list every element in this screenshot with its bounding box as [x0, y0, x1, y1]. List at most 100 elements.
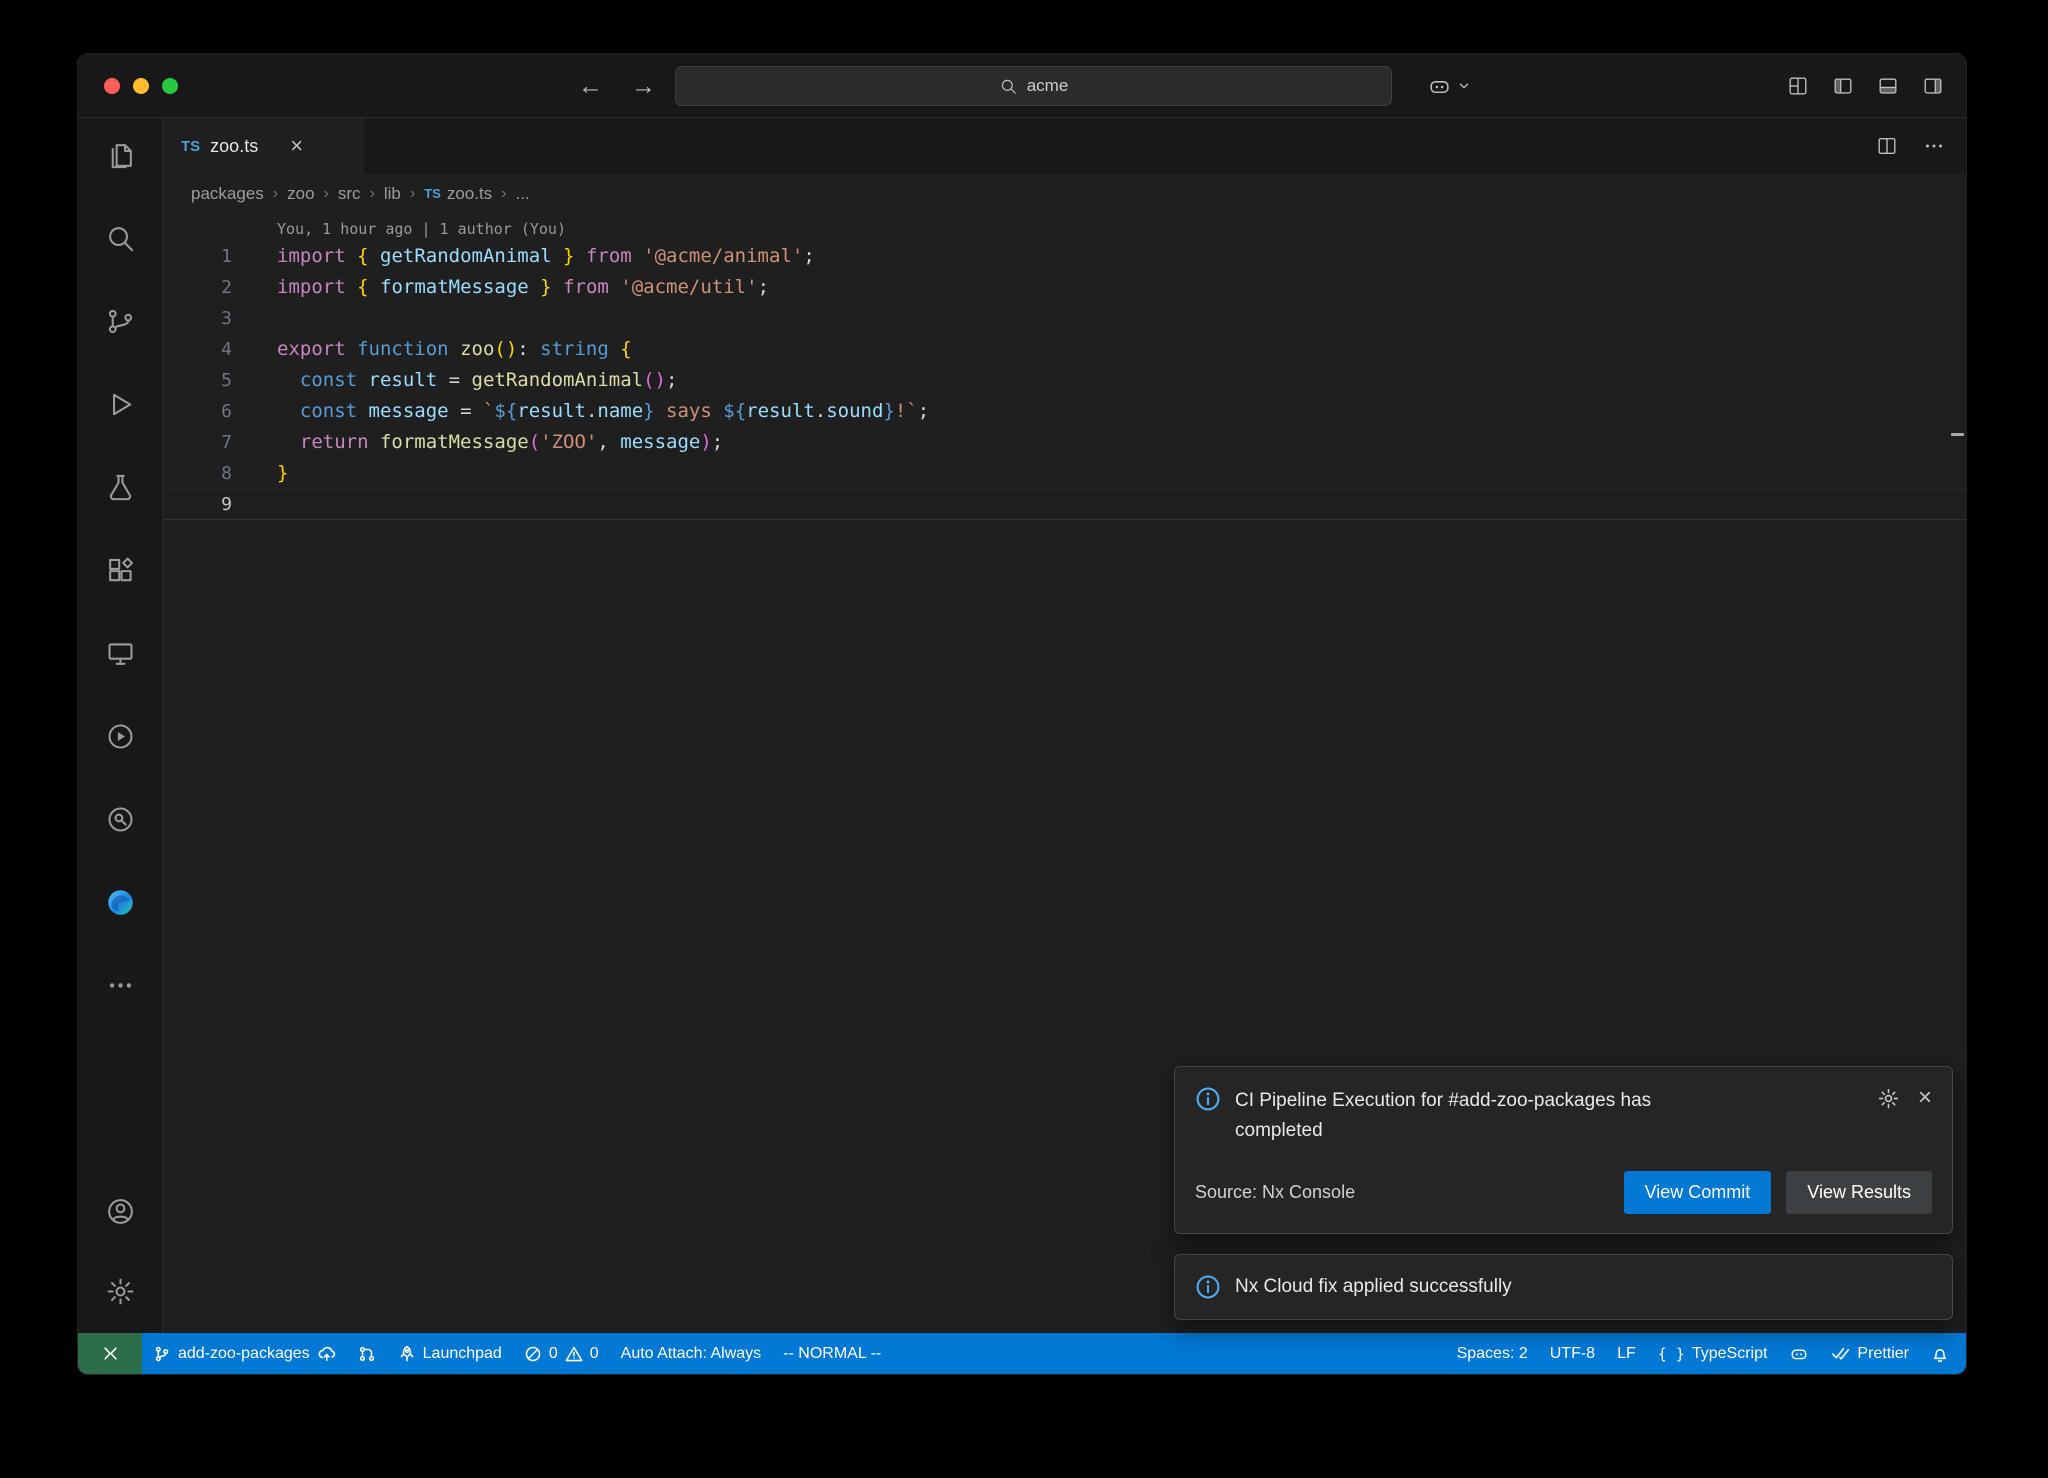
back-button[interactable]: ←	[578, 72, 603, 101]
tab-label: zoo.ts	[210, 136, 258, 157]
split-editor-icon[interactable]	[1876, 135, 1898, 157]
activity-bar	[78, 118, 163, 1333]
launchpad-status[interactable]: Launchpad	[387, 1333, 513, 1374]
extensions-icon[interactable]	[92, 542, 148, 598]
auto-attach-status[interactable]: Auto Attach: Always	[610, 1333, 773, 1374]
panel-bottom-icon[interactable]	[1877, 75, 1899, 97]
line-number: 3	[163, 303, 232, 334]
play-circle-icon[interactable]	[92, 708, 148, 764]
breadcrumb-file-label: zoo.ts	[447, 184, 492, 204]
copilot-status[interactable]	[1778, 1333, 1820, 1374]
notification-text: Nx Cloud fix applied successfully	[1235, 1276, 1512, 1298]
breadcrumb-item-packages[interactable]: packages	[191, 184, 264, 204]
search-value: acme	[1027, 76, 1069, 96]
more-icon[interactable]	[92, 957, 148, 1013]
zoom-window-button[interactable]	[162, 78, 178, 94]
formatter-status[interactable]: Prettier	[1820, 1333, 1920, 1374]
breadcrumb-item-src[interactable]: src	[338, 184, 361, 204]
line-number: 4	[163, 334, 232, 365]
language-label: TypeScript	[1692, 1345, 1768, 1363]
vim-mode-status[interactable]: -- NORMAL --	[772, 1333, 892, 1374]
line-content: import { formatMessage } from '@acme/uti…	[232, 272, 769, 303]
line-content	[232, 303, 277, 334]
line-content: }	[232, 458, 288, 489]
code-line-6[interactable]: 6 const message = `${result.name} says $…	[163, 396, 1966, 427]
indentation-status[interactable]: Spaces: 2	[1446, 1333, 1539, 1374]
line-number: 6	[163, 396, 232, 427]
formatter-label: Prettier	[1857, 1345, 1909, 1363]
launchpad-label: Launchpad	[423, 1345, 502, 1363]
code-inspect-icon[interactable]	[92, 791, 148, 847]
chevron-right-icon: ›	[324, 185, 329, 203]
code-line-4[interactable]: 4export function zoo(): string {	[163, 334, 1966, 365]
search-view-icon[interactable]	[92, 210, 148, 266]
breadcrumb-item-file[interactable]: TS zoo.ts	[424, 184, 492, 204]
error-icon	[524, 1345, 542, 1363]
code-line-3[interactable]: 3	[163, 303, 1966, 334]
problems-status[interactable]: 0 0	[513, 1333, 610, 1374]
account-icon[interactable]	[92, 1183, 148, 1239]
testing-icon[interactable]	[92, 459, 148, 515]
breadcrumb-more[interactable]: ...	[516, 184, 530, 204]
tab-zoo-ts[interactable]: TS zoo.ts ×	[163, 118, 363, 174]
typescript-file-icon: TS	[424, 186, 441, 201]
panel-right-icon[interactable]	[1922, 75, 1944, 97]
encoding-status[interactable]: UTF-8	[1539, 1333, 1606, 1374]
notification-close-icon[interactable]: ×	[1918, 1086, 1932, 1110]
notification-settings-icon[interactable]	[1877, 1087, 1900, 1110]
code-line-1[interactable]: 1import { getRandomAnimal } from '@acme/…	[163, 241, 1966, 272]
eol-status[interactable]: LF	[1606, 1333, 1647, 1374]
remote-explorer-icon[interactable]	[92, 625, 148, 681]
notifications-bell[interactable]	[1920, 1333, 1960, 1374]
line-content	[232, 489, 277, 520]
chevron-right-icon: ›	[410, 185, 415, 203]
line-number: 5	[163, 365, 232, 396]
command-center-search[interactable]: acme	[675, 66, 1392, 106]
line-number: 2	[163, 272, 232, 303]
view-results-button[interactable]: View Results	[1786, 1171, 1932, 1214]
editor-actions-more-icon[interactable]	[1922, 134, 1946, 158]
remote-indicator[interactable]	[78, 1333, 142, 1374]
code-line-7[interactable]: 7 return formatMessage('ZOO', message);	[163, 427, 1966, 458]
code-line-9[interactable]: 9	[163, 489, 1966, 520]
braces-icon: { }	[1658, 1345, 1685, 1363]
remote-icon	[101, 1344, 120, 1363]
run-debug-icon[interactable]	[92, 376, 148, 432]
line-number: 1	[163, 241, 232, 272]
view-commit-button[interactable]: View Commit	[1624, 1171, 1772, 1214]
line-number: 8	[163, 458, 232, 489]
edge-icon[interactable]	[92, 874, 148, 930]
code-line-5[interactable]: 5 const result = getRandomAnimal();	[163, 365, 1966, 396]
tab-bar: TS zoo.ts ×	[163, 118, 1966, 174]
copilot-menu[interactable]	[1427, 54, 1471, 118]
window-controls	[104, 78, 178, 94]
check-all-icon	[1831, 1344, 1850, 1363]
branch-status[interactable]: add-zoo-packages	[142, 1333, 347, 1374]
layout-controls	[1787, 54, 1944, 118]
panel-left-icon[interactable]	[1832, 75, 1854, 97]
git-graph-status[interactable]	[347, 1333, 387, 1374]
cloud-upload-icon	[317, 1344, 336, 1363]
search-icon	[999, 77, 1018, 96]
warning-icon	[565, 1345, 583, 1363]
explorer-icon[interactable]	[92, 127, 148, 183]
layout-grid-icon[interactable]	[1787, 75, 1809, 97]
breadcrumb-item-zoo[interactable]: zoo	[287, 184, 314, 204]
close-window-button[interactable]	[104, 78, 120, 94]
settings-gear-icon[interactable]	[92, 1263, 148, 1319]
close-tab-icon[interactable]: ×	[290, 135, 303, 157]
source-control-icon[interactable]	[92, 293, 148, 349]
code-line-2[interactable]: 2import { formatMessage } from '@acme/ut…	[163, 272, 1966, 303]
branch-name: add-zoo-packages	[178, 1345, 310, 1363]
breadcrumb-item-lib[interactable]: lib	[384, 184, 401, 204]
minimize-window-button[interactable]	[133, 78, 149, 94]
codelens-annotation[interactable]: You, 1 hour ago | 1 author (You)	[277, 217, 1966, 241]
code-line-8[interactable]: 8}	[163, 458, 1966, 489]
copilot-icon	[1427, 74, 1452, 99]
forward-button[interactable]: →	[631, 72, 656, 101]
git-branch-icon	[153, 1345, 171, 1363]
bell-icon	[1931, 1345, 1949, 1363]
language-status[interactable]: { } TypeScript	[1647, 1333, 1779, 1374]
line-content: const result = getRandomAnimal();	[232, 365, 677, 396]
chevron-right-icon: ›	[273, 185, 278, 203]
